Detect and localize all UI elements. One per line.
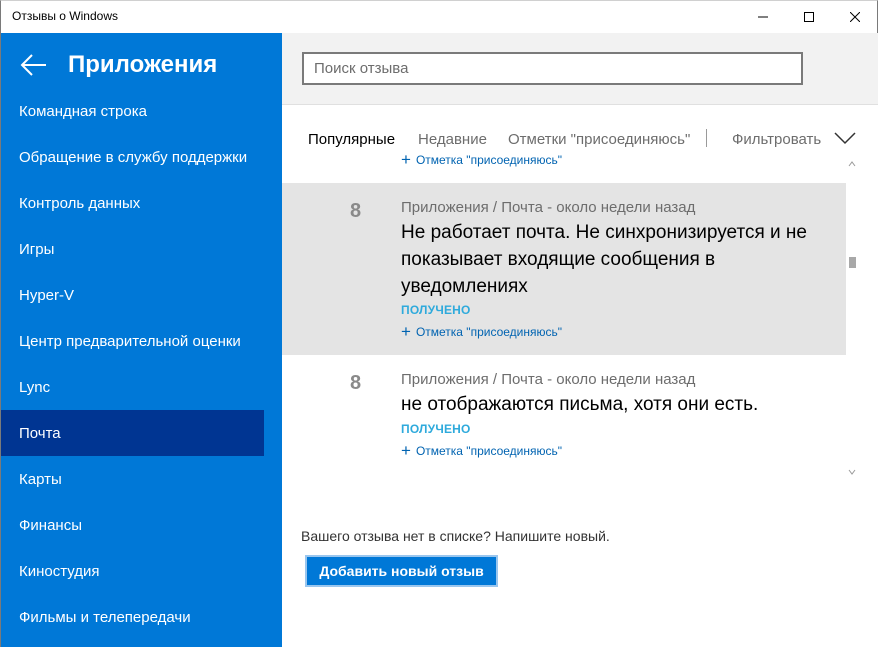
sidebar-item-label: Почта xyxy=(19,424,61,442)
plus-icon: + xyxy=(401,441,411,460)
sidebar-item-insider-hub[interactable]: Центр предварительной оценки xyxy=(1,318,264,364)
vote-count: 8 xyxy=(350,372,362,394)
minimize-button[interactable] xyxy=(740,1,786,33)
sidebar-item-data-control[interactable]: Контроль данных xyxy=(1,180,264,226)
new-feedback-prompt: Вашего отзыва нет в списке? Напишите нов… xyxy=(301,528,610,544)
scroll-up-icon[interactable] xyxy=(848,161,856,167)
item-meta: Приложения / Почта - около недели назад xyxy=(401,199,696,216)
sidebar-title: Приложения xyxy=(68,51,218,78)
sidebar-item-label: Финансы xyxy=(19,516,82,534)
scroll-down-icon[interactable] xyxy=(848,469,856,475)
status-badge: ПОЛУЧЕНО xyxy=(401,422,471,436)
upvote-label: Отметка "присоединяюсь" xyxy=(415,325,563,339)
plus-icon: + xyxy=(401,155,411,169)
search-input[interactable] xyxy=(302,52,803,85)
upvote-label: Отметка "присоединяюсь" xyxy=(415,444,563,458)
back-arrow-icon xyxy=(20,54,46,76)
sidebar-item-label: Обращение в службу поддержки xyxy=(19,148,248,166)
sidebar-item-label: Командная строка xyxy=(19,102,147,120)
window-title: Отзывы о Windows xyxy=(12,9,118,23)
search-bar xyxy=(282,33,878,105)
sidebar-item-label: Игры xyxy=(19,240,55,258)
sidebar-item-movies-tv[interactable]: Фильмы и телепередачи xyxy=(1,594,264,640)
sidebar: Приложения Командная строка Обращение в … xyxy=(1,33,282,647)
sidebar-item-label: Карты xyxy=(19,470,62,488)
sidebar-item-label: Киностудия xyxy=(19,562,100,580)
plus-icon: + xyxy=(401,322,411,341)
sidebar-item-movie-maker[interactable]: Киностудия xyxy=(1,548,264,594)
upvote-label: Отметка "присоединяюсь" xyxy=(415,155,563,167)
title-bar: Отзывы о Windows xyxy=(1,1,877,33)
sidebar-item-lync[interactable]: Lync xyxy=(1,364,264,410)
chevron-down-icon[interactable] xyxy=(834,131,856,145)
scroll-thumb[interactable] xyxy=(849,257,856,268)
item-title[interactable]: Не работает почта. Не синхронизируется и… xyxy=(401,219,841,300)
sidebar-item-label: Фильмы и телепередачи xyxy=(19,608,191,626)
maximize-button[interactable] xyxy=(786,1,832,33)
sidebar-item-label: Контроль данных xyxy=(19,194,141,212)
upvote-link[interactable]: + Отметка "присоединяюсь" xyxy=(401,322,563,341)
tab-upvoted[interactable]: Отметки "присоединяюсь" xyxy=(508,131,690,148)
sidebar-item-command-prompt[interactable]: Командная строка xyxy=(1,88,264,134)
feedback-list: + Отметка "присоединяюсь" 8 Приложения /… xyxy=(282,155,846,482)
sort-tabs: Популярные Недавние Отметки "присоединяю… xyxy=(282,125,878,155)
scrollbar[interactable] xyxy=(846,155,858,482)
add-feedback-button[interactable]: Добавить новый отзыв xyxy=(305,555,498,587)
list-item[interactable]: 8 Приложения / Почта - около недели наза… xyxy=(282,183,846,355)
sidebar-item-support[interactable]: Обращение в службу поддержки xyxy=(1,134,264,180)
sidebar-item-maps[interactable]: Карты xyxy=(1,456,264,502)
sidebar-item-games[interactable]: Игры xyxy=(1,226,264,272)
item-meta: Приложения / Почта - около недели назад xyxy=(401,371,696,388)
maximize-icon xyxy=(804,12,814,22)
status-badge: ПОЛУЧЕНО xyxy=(401,303,471,317)
minimize-icon xyxy=(758,16,768,18)
sidebar-item-mail[interactable]: Почта xyxy=(1,410,264,456)
close-icon xyxy=(850,12,860,22)
list-item[interactable]: 8 Приложения / Почта - около недели наза… xyxy=(282,355,846,475)
sidebar-item-hyper-v[interactable]: Hyper-V xyxy=(1,272,264,318)
tab-recent[interactable]: Недавние xyxy=(418,131,487,148)
main-content: Популярные Недавние Отметки "присоединяю… xyxy=(282,33,878,647)
sidebar-item-finance[interactable]: Финансы xyxy=(1,502,264,548)
back-button[interactable] xyxy=(19,51,51,79)
sidebar-item-label: Центр предварительной оценки xyxy=(19,332,241,350)
tab-popular[interactable]: Популярные xyxy=(308,131,395,148)
sidebar-item-label: Lync xyxy=(19,378,51,396)
tab-separator xyxy=(706,129,707,147)
upvote-link[interactable]: + Отметка "присоединяюсь" xyxy=(401,441,563,460)
item-title[interactable]: не отображаются письма, хотя они есть. xyxy=(401,391,841,418)
vote-count: 8 xyxy=(350,200,362,222)
close-button[interactable] xyxy=(832,1,878,33)
feedback-hub-window: Отзывы о Windows Приложения Командная ст… xyxy=(0,0,878,647)
upvote-link[interactable]: + Отметка "присоединяюсь" xyxy=(401,155,563,169)
filter-button[interactable]: Фильтровать xyxy=(732,131,821,148)
sidebar-item-label: Hyper-V xyxy=(19,286,75,304)
